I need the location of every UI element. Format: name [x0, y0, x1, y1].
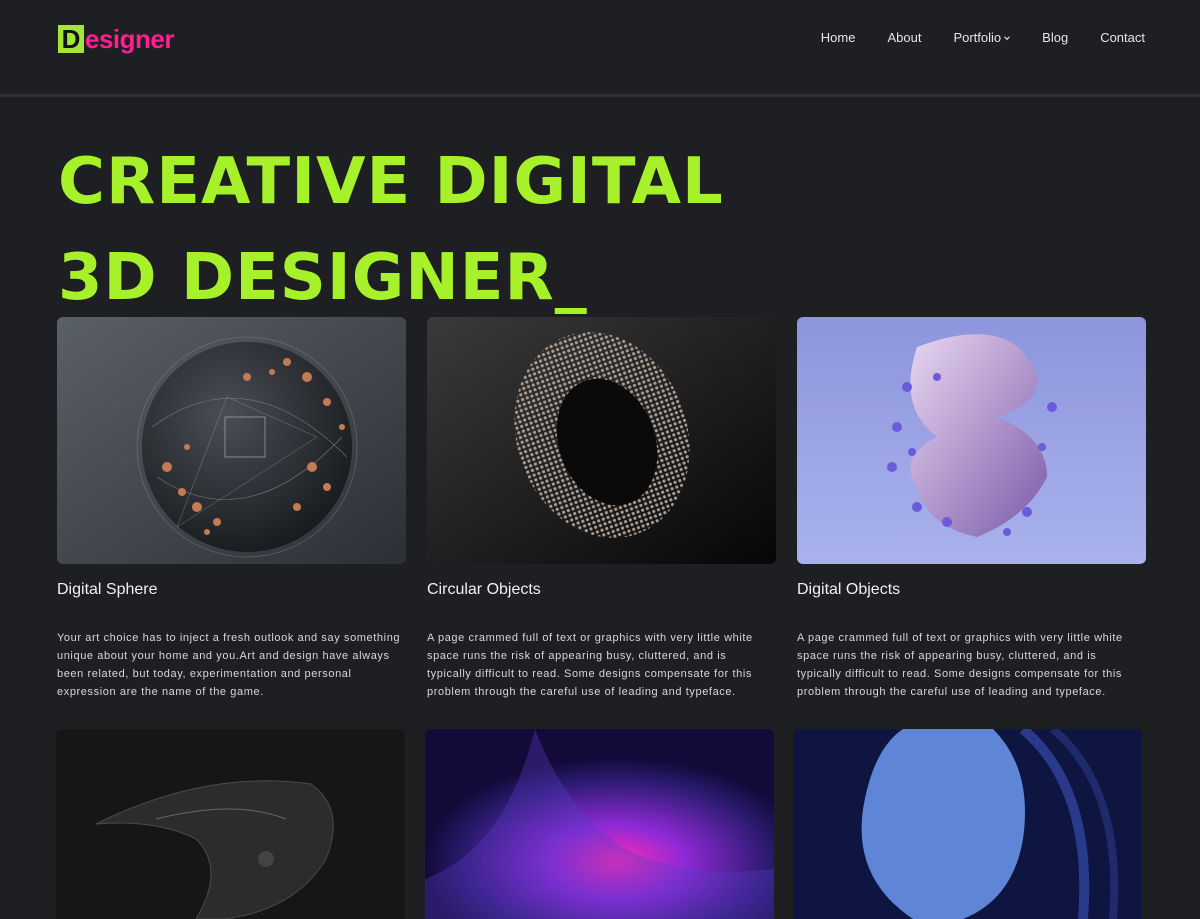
nav-about[interactable]: About: [887, 30, 921, 45]
card-title[interactable]: Digital Sphere: [57, 581, 406, 599]
card-title[interactable]: Digital Objects: [797, 581, 1146, 599]
hero-heading: CREATIVE DIGITAL 3D DESIGNER_: [58, 134, 958, 326]
card-description: A page crammed full of text or graphics …: [797, 632, 1123, 698]
card-image-circular-objects[interactable]: [427, 317, 776, 564]
header-divider: [0, 94, 1200, 97]
card-image-dark-ribbon[interactable]: [56, 729, 405, 919]
card-image-blue-shapes[interactable]: [793, 729, 1142, 919]
nav-blog[interactable]: Blog: [1042, 30, 1068, 45]
nav-contact[interactable]: Contact: [1100, 30, 1145, 45]
logo-text: esigner: [85, 23, 175, 54]
nav-portfolio-label: Portfolio: [953, 30, 1002, 45]
hero-line-1: CREATIVE DIGITAL: [58, 145, 724, 219]
logo-initial: D: [58, 25, 84, 53]
portfolio-card[interactable]: Digital Objects A page crammed full of t…: [797, 317, 1146, 701]
card-title[interactable]: Circular Objects: [427, 581, 776, 599]
portfolio-card[interactable]: Circular Objects A page crammed full of …: [427, 317, 776, 701]
site-logo[interactable]: D esigner: [58, 23, 175, 54]
card-image-neon-gradient[interactable]: [425, 729, 774, 919]
card-description: A page crammed full of text or graphics …: [427, 632, 753, 698]
site-header: D esigner Home About Portfolio Blog Cont…: [0, 0, 1200, 94]
portfolio-card[interactable]: Digital Sphere Your art choice has to in…: [57, 317, 406, 701]
card-image-digital-objects[interactable]: [797, 317, 1146, 564]
nav-home[interactable]: Home: [821, 30, 856, 45]
card-description: Your art choice has to inject a fresh ou…: [57, 632, 401, 698]
hero-line-2: 3D DESIGNER_: [58, 241, 588, 315]
card-image-digital-sphere[interactable]: [57, 317, 406, 564]
nav-portfolio[interactable]: Portfolio: [953, 30, 1011, 45]
main-nav: Home About Portfolio Blog Contact: [821, 30, 1145, 45]
chevron-down-icon: [1004, 35, 1011, 40]
